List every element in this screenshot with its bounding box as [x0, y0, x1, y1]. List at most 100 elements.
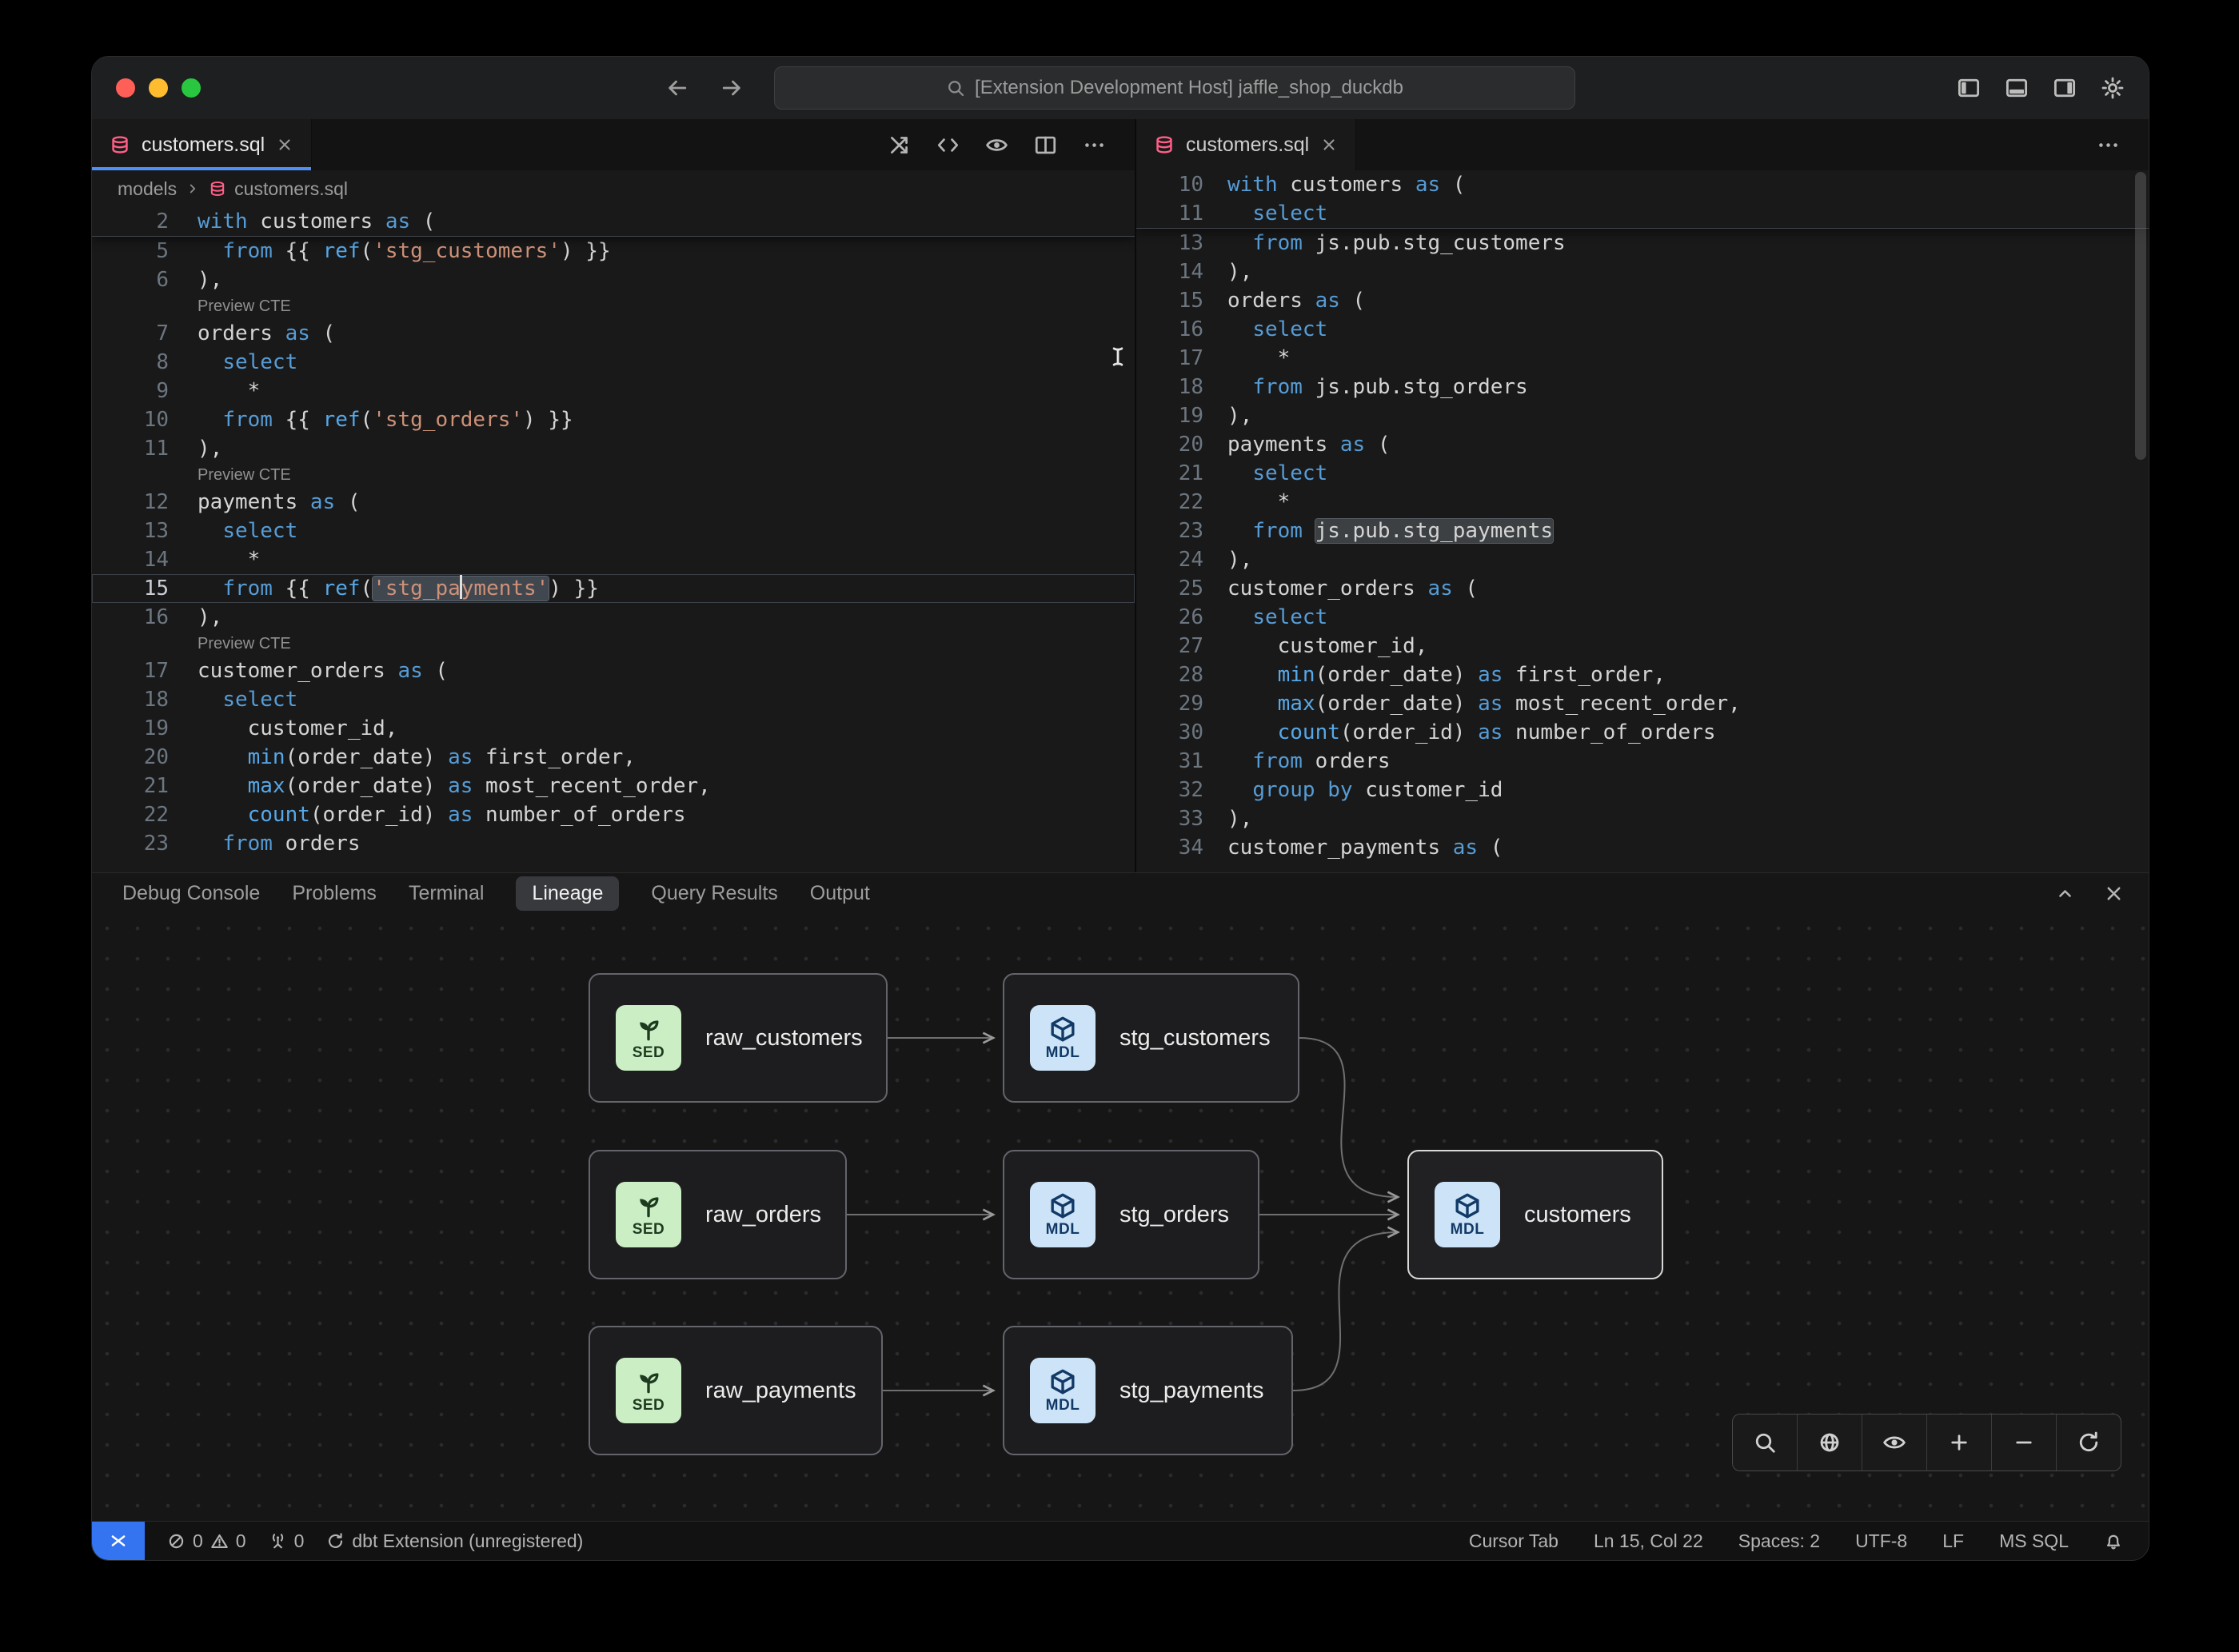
- command-center-search[interactable]: [Extension Development Host] jaffle_shop…: [774, 66, 1575, 110]
- close-tab-icon[interactable]: [1320, 136, 1338, 154]
- maximize-panel-icon[interactable]: [2054, 883, 2076, 904]
- language-mode-status[interactable]: MS SQL: [1999, 1530, 2069, 1552]
- panel-tab-problems[interactable]: Problems: [292, 882, 377, 905]
- lineage-node-stg_customers[interactable]: MDLstg_customers: [1003, 973, 1299, 1103]
- more-actions-icon[interactable]: [2097, 134, 2120, 157]
- code-line-10[interactable]: 10 from {{ ref('stg_orders') }}: [92, 405, 1135, 434]
- lineage-node-stg_orders[interactable]: MDLstg_orders: [1003, 1150, 1259, 1279]
- panel-tab-debug-console[interactable]: Debug Console: [122, 882, 260, 905]
- code-line-25[interactable]: 25customer_orders as (: [1136, 574, 2149, 603]
- lineage-node-raw_customers[interactable]: SEDraw_customers: [589, 973, 888, 1103]
- code-line-5[interactable]: 5 from {{ ref('stg_customers') }}: [92, 237, 1135, 265]
- cursor-tab-status[interactable]: Cursor Tab: [1469, 1530, 1559, 1552]
- code-line-28[interactable]: 28 min(order_date) as first_order,: [1136, 660, 2149, 689]
- close-window-button[interactable]: [116, 78, 135, 98]
- notifications-bell-icon[interactable]: [2104, 1531, 2123, 1550]
- toggle-secondary-sidebar-icon[interactable]: [2053, 76, 2077, 100]
- indentation-status[interactable]: Spaces: 2: [1738, 1530, 1820, 1552]
- split-editor-icon[interactable]: [1034, 134, 1057, 157]
- code-line-34[interactable]: 34customer_payments as (: [1136, 833, 2149, 862]
- compile-dbt-sql-icon[interactable]: [936, 134, 960, 157]
- code-line-8[interactable]: 8 select: [92, 348, 1135, 377]
- lineage-canvas[interactable]: SEDraw_customers MDLstg_customers SEDraw_o…: [92, 913, 2149, 1521]
- code-line-13[interactable]: 13 select: [92, 517, 1135, 545]
- code-line-33[interactable]: 33),: [1136, 804, 2149, 833]
- code-line-20[interactable]: 20 min(order_date) as first_order,: [92, 743, 1135, 772]
- code-line-18[interactable]: 18 select: [92, 685, 1135, 714]
- minimize-window-button[interactable]: [149, 78, 168, 98]
- panel-tab-lineage[interactable]: Lineage: [516, 876, 619, 911]
- code-line-6[interactable]: 6),: [92, 265, 1135, 294]
- code-line-27[interactable]: 27 customer_id,: [1136, 632, 2149, 660]
- code-line-16[interactable]: 16),: [92, 603, 1135, 632]
- codelens-action[interactable]: Preview CTE: [92, 294, 1135, 319]
- code-line-14[interactable]: 14),: [1136, 257, 2149, 286]
- code-line-20[interactable]: 20payments as (: [1136, 430, 2149, 459]
- breadcrumb-folder[interactable]: models: [118, 178, 177, 200]
- settings-gear-icon[interactable]: [2101, 76, 2125, 100]
- source-code-editor[interactable]: 2with customers as ( 5 from {{ ref('stg_…: [92, 207, 1135, 872]
- dbt-extension-status[interactable]: dbt Extension (unregistered): [326, 1530, 583, 1552]
- code-line-30[interactable]: 30 count(order_id) as number_of_orders: [1136, 718, 2149, 747]
- code-line-19[interactable]: 19 customer_id,: [92, 714, 1135, 743]
- preview-query-icon[interactable]: [985, 134, 1008, 157]
- lineage-node-stg_payments[interactable]: MDLstg_payments: [1003, 1326, 1293, 1455]
- lineage-visibility-icon[interactable]: [1862, 1415, 1926, 1470]
- code-line-15[interactable]: 15orders as (: [1136, 286, 2149, 315]
- lineage-search-icon[interactable]: [1733, 1415, 1797, 1470]
- panel-tab-query-results[interactable]: Query Results: [651, 882, 777, 905]
- code-line-7[interactable]: 7orders as (: [92, 319, 1135, 348]
- code-line-15[interactable]: 15 from {{ ref('stg_payments') }}: [92, 574, 1135, 603]
- close-panel-icon[interactable]: [2103, 883, 2125, 904]
- compiled-code-editor[interactable]: 10with customers as (11 select 13 from j…: [1136, 170, 2149, 872]
- code-line-16[interactable]: 16 select: [1136, 315, 2149, 344]
- code-line-17[interactable]: 17 *: [1136, 344, 2149, 373]
- code-line-26[interactable]: 26 select: [1136, 603, 2149, 632]
- code-line-22[interactable]: 22 *: [1136, 488, 2149, 517]
- lineage-node-raw_orders[interactable]: SEDraw_orders: [589, 1150, 847, 1279]
- problems-status[interactable]: 0 0: [167, 1530, 246, 1552]
- cursor-position-status[interactable]: Ln 15, Col 22: [1594, 1530, 1703, 1552]
- code-line-24[interactable]: 24),: [1136, 545, 2149, 574]
- code-line-10[interactable]: 10with customers as (: [1136, 170, 2149, 199]
- scrollbar-thumb[interactable]: [2135, 172, 2146, 460]
- breadcrumb-file[interactable]: customers.sql: [234, 178, 348, 200]
- code-line-21[interactable]: 21 max(order_date) as most_recent_order,: [92, 772, 1135, 800]
- zoom-out-icon[interactable]: [1991, 1415, 2056, 1470]
- lineage-node-raw_payments[interactable]: SEDraw_payments: [589, 1326, 883, 1455]
- code-line-31[interactable]: 31 from orders: [1136, 747, 2149, 776]
- code-line-12[interactable]: 12payments as (: [92, 488, 1135, 517]
- code-line-11[interactable]: 11 select: [1136, 199, 2149, 228]
- encoding-status[interactable]: UTF-8: [1855, 1530, 1907, 1552]
- code-line-29[interactable]: 29 max(order_date) as most_recent_order,: [1136, 689, 2149, 718]
- close-tab-icon[interactable]: [276, 136, 293, 154]
- code-line-14[interactable]: 14 *: [92, 545, 1135, 574]
- navigate-back-icon[interactable]: [665, 76, 689, 100]
- code-line-23[interactable]: 23 from js.pub.stg_payments: [1136, 517, 2149, 545]
- code-line-17[interactable]: 17customer_orders as (: [92, 656, 1135, 685]
- code-line-9[interactable]: 9 *: [92, 377, 1135, 405]
- zoom-in-icon[interactable]: [1926, 1415, 1991, 1470]
- remote-indicator[interactable]: [92, 1522, 145, 1560]
- ports-status[interactable]: 0: [269, 1530, 305, 1552]
- code-line-18[interactable]: 18 from js.pub.stg_orders: [1136, 373, 2149, 401]
- navigate-forward-icon[interactable]: [720, 76, 744, 100]
- codelens-action[interactable]: Preview CTE: [92, 463, 1135, 488]
- code-line-23[interactable]: 23 from orders: [92, 829, 1135, 858]
- code-line-19[interactable]: 19),: [1136, 401, 2149, 430]
- code-line-32[interactable]: 32 group by customer_id: [1136, 776, 2149, 804]
- more-actions-icon[interactable]: [1083, 134, 1106, 157]
- codelens-action[interactable]: Preview CTE: [92, 632, 1135, 656]
- code-line-11[interactable]: 11),: [92, 434, 1135, 463]
- code-line-21[interactable]: 21 select: [1136, 459, 2149, 488]
- breadcrumb[interactable]: models customers.sql: [92, 170, 1135, 207]
- code-line-2[interactable]: 2with customers as (: [92, 207, 1135, 236]
- zoom-window-button[interactable]: [182, 78, 201, 98]
- tab-customers-sql-left[interactable]: customers.sql: [92, 119, 312, 170]
- lineage-node-customers[interactable]: MDLcustomers: [1407, 1150, 1663, 1279]
- lineage-overview-icon[interactable]: [1797, 1415, 1862, 1470]
- execute-dbt-sql-icon[interactable]: [888, 134, 911, 157]
- toggle-primary-sidebar-icon[interactable]: [1957, 76, 1981, 100]
- panel-tab-output[interactable]: Output: [810, 882, 870, 905]
- tab-customers-sql-right[interactable]: customers.sql: [1136, 119, 1356, 170]
